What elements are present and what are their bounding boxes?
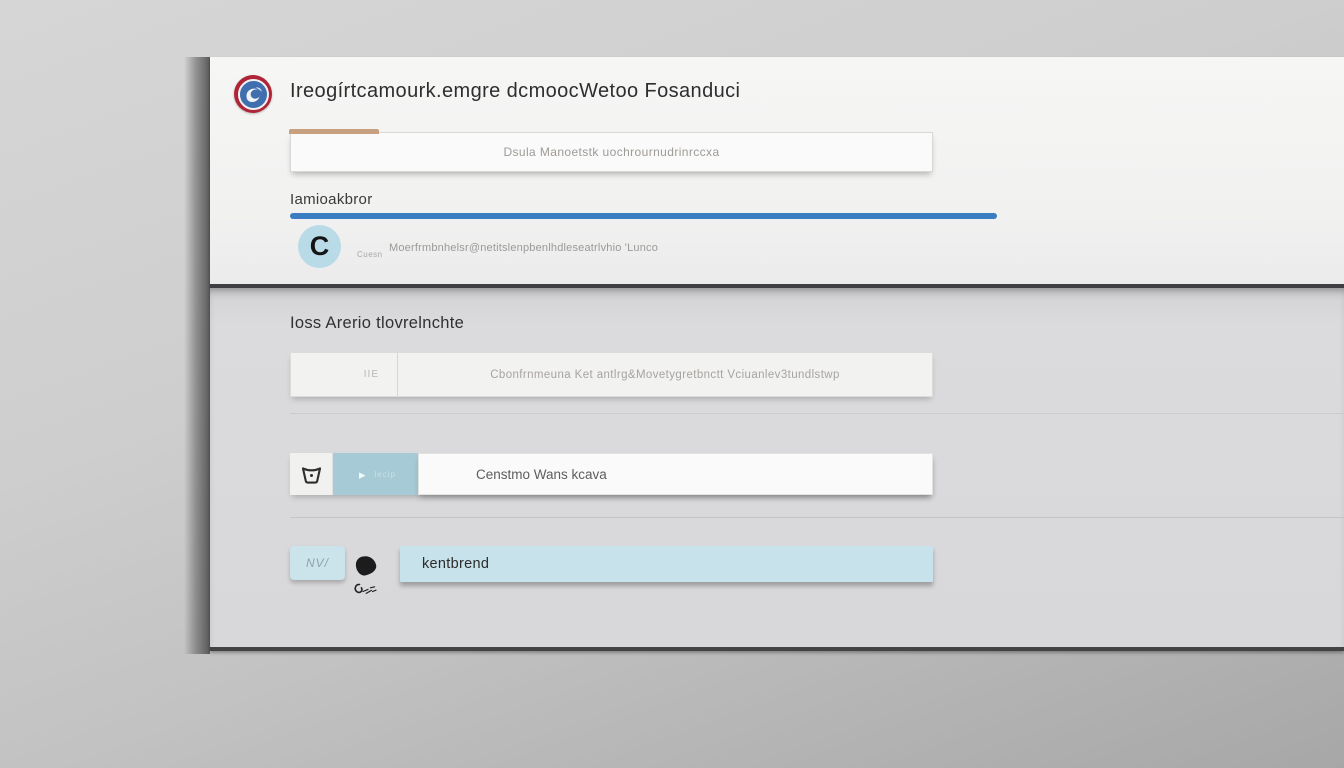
play-icon: ▸ <box>359 468 366 481</box>
ink-blob-icon <box>354 554 378 577</box>
primary-input[interactable] <box>290 132 933 172</box>
app-logo-icon <box>234 75 272 113</box>
name-input[interactable] <box>418 453 933 495</box>
globe-dragon-icon <box>238 79 269 110</box>
avatar-caption: Cuesn <box>357 250 383 259</box>
form-panel: Ioss Arerio tlovrelnchte IIE ▸ lecip NV <box>210 288 1344 651</box>
basket-button[interactable] <box>290 453 333 495</box>
tag-box[interactable]: NV/ <box>290 546 345 580</box>
key-icon <box>351 581 379 599</box>
field-label: Iamioakbror <box>290 191 373 208</box>
section-heading: Ioss Arerio tlovrelnchte <box>290 314 464 333</box>
accent-underline <box>290 213 997 219</box>
tag-label: NV/ <box>306 556 329 570</box>
desktop-background: Ireogírtcamourk.emgre dcmoocWetoo Fosand… <box>0 0 1344 768</box>
submit-button[interactable]: kentbrend <box>400 546 933 582</box>
name-field-row: ▸ lecip <box>290 453 933 495</box>
avatar-letter: C <box>310 233 330 260</box>
field-accent-strip <box>289 129 379 134</box>
play-segment[interactable]: ▸ lecip <box>333 453 418 495</box>
divider <box>290 517 1344 518</box>
panel-shadow <box>184 57 210 654</box>
divider <box>290 413 1344 414</box>
confirm-input[interactable] <box>398 353 932 396</box>
avatar[interactable]: C <box>298 225 341 268</box>
page-title: Ireogírtcamourk.emgre dcmoocWetoo Fosand… <box>290 80 740 103</box>
avatar-description: Moerfrmbnhelsr@netitslenpbenlhdleseatrlv… <box>389 242 658 254</box>
field-prefix-label: IIE <box>291 353 398 396</box>
header-panel: Ireogírtcamourk.emgre dcmoocWetoo Fosand… <box>210 57 1344 288</box>
confirm-field-row: IIE <box>290 352 933 397</box>
play-segment-label: lecip <box>375 470 396 479</box>
primary-field-wrap <box>290 132 933 172</box>
basket-icon <box>300 464 323 485</box>
